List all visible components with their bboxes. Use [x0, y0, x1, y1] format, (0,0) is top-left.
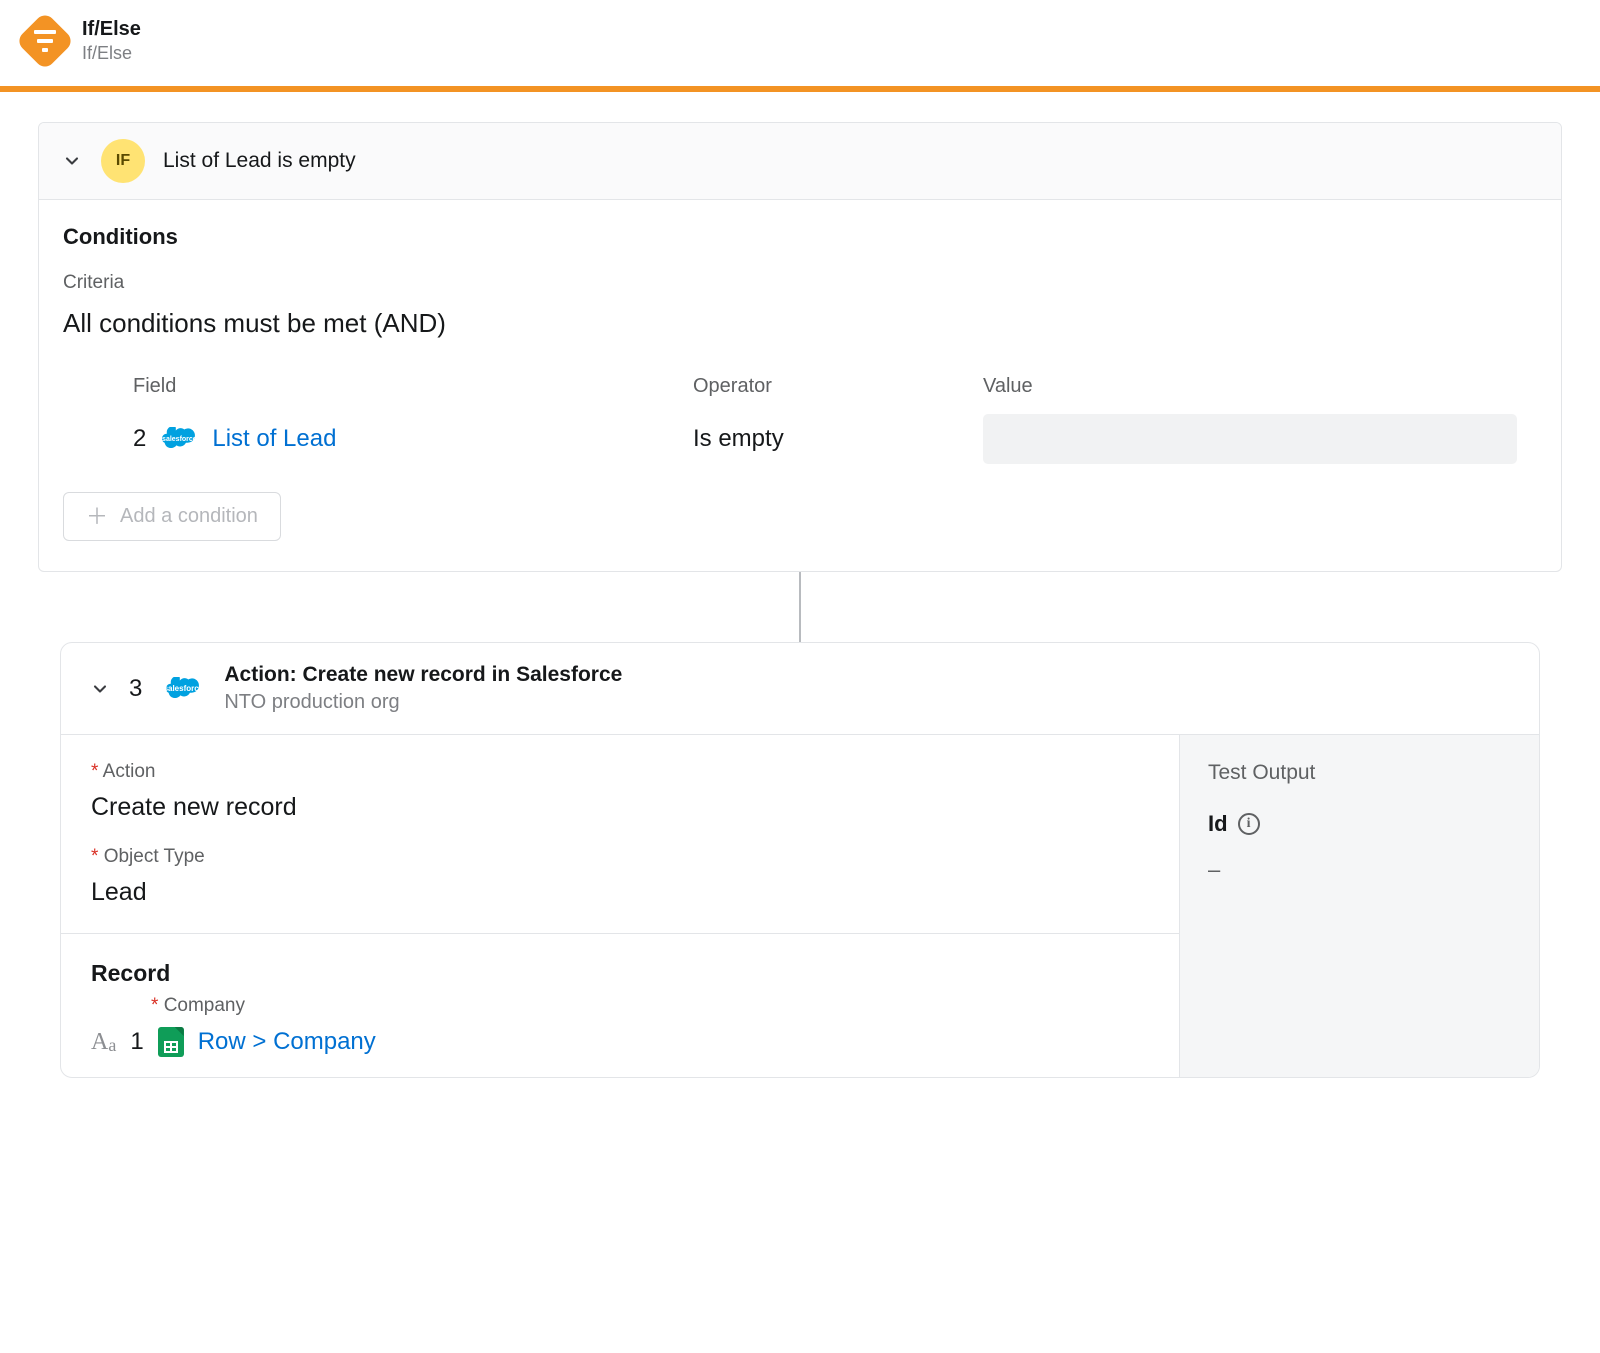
criteria-label: Criteria — [63, 272, 1537, 294]
action-field-value[interactable]: Create new record — [91, 793, 1149, 822]
condition-operator-value: Is empty — [693, 425, 943, 453]
if-panel-header[interactable]: IF List of Lead is empty — [39, 123, 1561, 200]
conditions-heading: Conditions — [63, 224, 1537, 250]
page-header: If/Else If/Else — [0, 0, 1600, 92]
plus-icon: ＋ — [86, 506, 108, 528]
condition-field-cell[interactable]: 2 salesforce List of Lead — [133, 425, 653, 453]
object-type-value[interactable]: Lead — [91, 878, 1149, 907]
google-sheets-icon — [158, 1027, 184, 1057]
info-icon[interactable]: i — [1238, 813, 1260, 835]
test-output-panel: Test Output Id i – — [1179, 735, 1539, 1077]
chevron-down-icon[interactable] — [61, 150, 83, 172]
chevron-down-icon[interactable] — [89, 678, 111, 700]
connector-line — [799, 572, 801, 642]
add-condition-button[interactable]: ＋ Add a condition — [63, 492, 281, 541]
add-condition-label: Add a condition — [120, 505, 258, 528]
company-source-step: 1 — [130, 1028, 143, 1056]
record-heading: Record — [61, 934, 1179, 995]
test-output-id-label: Id — [1208, 811, 1228, 837]
condition-step-number: 2 — [133, 425, 146, 453]
object-type-label: * Object Type — [91, 846, 1149, 868]
action-subtitle: NTO production org — [224, 691, 622, 714]
if-panel: IF List of Lead is empty Conditions Crit… — [38, 122, 1562, 572]
company-field-row[interactable]: Aa 1 Row > Company — [61, 1027, 1179, 1077]
criteria-value: All conditions must be met (AND) — [63, 308, 1537, 339]
company-source-link[interactable]: Row > Company — [198, 1028, 376, 1056]
action-step-number: 3 — [129, 675, 142, 703]
column-value-label: Value — [983, 375, 1517, 398]
if-block-title: List of Lead is empty — [163, 149, 356, 173]
header-subtitle: If/Else — [82, 43, 141, 64]
column-operator-label: Operator — [693, 375, 943, 398]
company-label: * Company — [151, 995, 1149, 1017]
action-field-label: * Action — [91, 761, 1149, 783]
column-field-label: Field — [133, 375, 653, 398]
salesforce-icon: salesforce — [160, 673, 206, 705]
test-output-id-value: – — [1208, 857, 1511, 883]
test-output-heading: Test Output — [1208, 761, 1511, 785]
if-badge: IF — [101, 139, 145, 183]
text-type-icon: Aa — [91, 1029, 116, 1056]
salesforce-icon: salesforce — [162, 427, 196, 451]
header-title: If/Else — [82, 18, 141, 41]
if-else-icon — [24, 20, 66, 62]
action-card-header[interactable]: 3 salesforce Action: Create new record i… — [61, 643, 1539, 735]
condition-value-input[interactable] — [983, 414, 1517, 464]
condition-field-link[interactable]: List of Lead — [212, 425, 336, 453]
action-card: 3 salesforce Action: Create new record i… — [60, 642, 1540, 1078]
action-title: Action: Create new record in Salesforce — [224, 663, 622, 687]
